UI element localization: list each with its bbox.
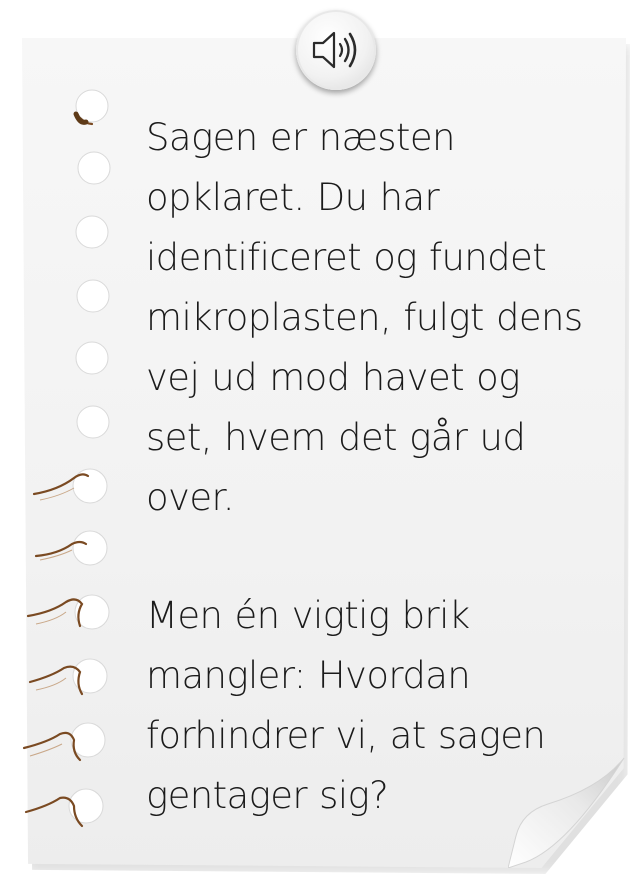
speaker-icon	[312, 31, 357, 69]
audio-play-button[interactable]	[296, 10, 376, 90]
notebook-page-screen: Sagen er næsten opklaret. Du har identif…	[0, 0, 640, 876]
note-paragraph-1: Sagen er næsten opklaret. Du har identif…	[146, 116, 583, 519]
note-text: Sagen er næsten opklaret. Du har identif…	[146, 108, 586, 826]
note-paragraph-2: Men én vigtig brik mangler: Hvordan forh…	[146, 594, 546, 817]
torn-binding-edge	[22, 89, 111, 828]
